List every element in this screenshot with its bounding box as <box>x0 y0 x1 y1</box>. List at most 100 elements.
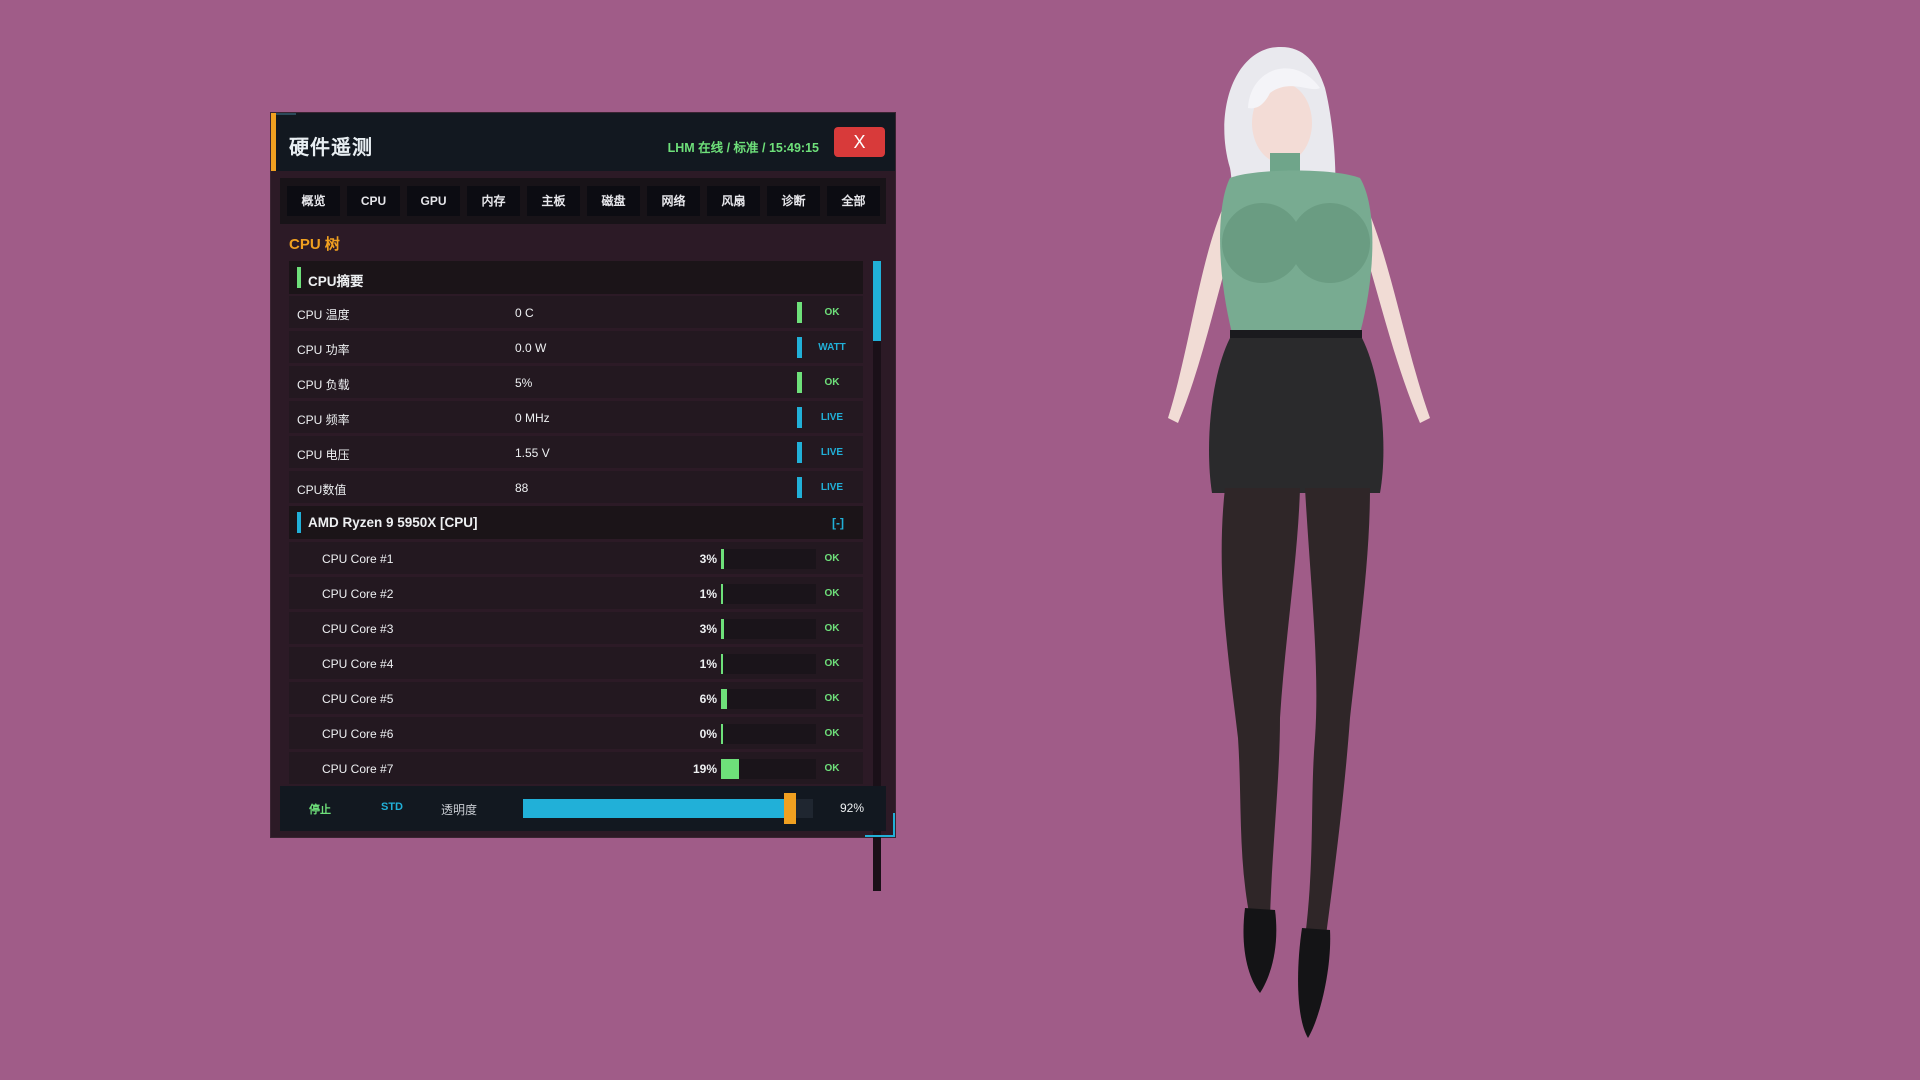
opacity-slider-handle[interactable] <box>784 793 796 824</box>
row-status-indicator <box>797 477 802 498</box>
row-value: 0 MHz <box>515 411 550 425</box>
core-percent: 0% <box>699 727 717 741</box>
core-row[interactable]: CPU Core #1 3% OK <box>289 542 863 574</box>
summary-row[interactable]: CPU 频率 0 MHz LIVE <box>289 401 863 433</box>
row-status-badge: LIVE <box>820 412 844 423</box>
tab-5[interactable]: 磁盘 <box>587 186 640 216</box>
tab-9[interactable]: 全部 <box>827 186 880 216</box>
group-indicator <box>297 512 301 533</box>
core-percent: 3% <box>699 552 717 566</box>
stop-button[interactable]: 停止 <box>309 801 331 817</box>
row-value: 5% <box>515 376 533 390</box>
panel-header[interactable]: 硬件遥测 LHM 在线 / 标准 / 15:49:15 X <box>271 113 895 171</box>
right-leg-shape <box>1305 488 1370 943</box>
core-load-fill <box>721 584 723 604</box>
core-load-fill <box>721 549 724 569</box>
core-status-badge: OK <box>824 693 840 704</box>
row-label: CPU数值 <box>297 483 347 497</box>
core-load-track <box>721 654 816 674</box>
summary-row[interactable]: CPU数值 88 LIVE <box>289 471 863 503</box>
core-status-badge: OK <box>824 763 840 774</box>
scrollbar-thumb[interactable] <box>873 261 881 341</box>
summary-row[interactable]: CPU 温度 0 C OK <box>289 296 863 328</box>
group-cpu-summary[interactable]: CPU摘要 <box>289 261 863 294</box>
summary-row[interactable]: CPU 负载 5% OK <box>289 366 863 398</box>
row-status-indicator <box>797 302 802 323</box>
hardware-telemetry-panel: 硬件遥测 LHM 在线 / 标准 / 15:49:15 X 概览 CPU GPU 内存… <box>271 113 895 891</box>
right-shoe-shape <box>1298 928 1331 1038</box>
tab-7[interactable]: 风扇 <box>707 186 760 216</box>
core-row[interactable]: CPU Core #3 3% OK <box>289 612 863 644</box>
row-label: CPU 频率 <box>297 413 350 427</box>
core-label: CPU Core #4 <box>322 657 394 671</box>
tab-1[interactable]: CPU <box>347 186 400 216</box>
mode-button[interactable]: STD <box>381 801 403 813</box>
close-button[interactable]: X <box>834 127 885 157</box>
opacity-value: 92% <box>840 801 865 815</box>
row-value: 88 <box>515 481 529 495</box>
core-load-track <box>721 724 816 744</box>
row-value: 0.0 W <box>515 341 547 355</box>
core-row[interactable]: CPU Core #4 1% OK <box>289 647 863 679</box>
footer-bar: 停止 STD 透明度 92% <box>280 786 886 831</box>
core-load-fill <box>721 654 723 674</box>
row-status-badge: OK <box>824 377 840 388</box>
row-label: CPU 电压 <box>297 448 350 462</box>
core-label: CPU Core #2 <box>322 587 394 601</box>
row-label: CPU 功率 <box>297 343 350 357</box>
header-top-line <box>276 113 296 115</box>
group-cpu-device[interactable]: AMD Ryzen 9 5950X [CPU] [-] <box>289 506 863 539</box>
group-indicator <box>297 267 301 288</box>
connection-status: LHM 在线 / 标准 / 15:49:15 <box>667 141 819 155</box>
core-row[interactable]: CPU Core #6 0% OK <box>289 717 863 749</box>
core-label: CPU Core #3 <box>322 622 394 636</box>
group-title: AMD Ryzen 9 5950X [CPU] <box>308 515 478 530</box>
corner-decoration <box>865 813 895 837</box>
row-status-indicator <box>797 337 802 358</box>
panel-title: 硬件遥测 <box>289 137 373 159</box>
row-status-indicator <box>797 407 802 428</box>
core-load-track <box>721 689 816 709</box>
core-row[interactable]: CPU Core #2 1% OK <box>289 577 863 609</box>
opacity-label: 透明度 <box>441 803 478 817</box>
core-load-track <box>721 759 816 779</box>
tab-4[interactable]: 主板 <box>527 186 580 216</box>
summary-row[interactable]: CPU 电压 1.55 V LIVE <box>289 436 863 468</box>
core-status-badge: OK <box>824 588 840 599</box>
tab-3[interactable]: 内存 <box>467 186 520 216</box>
row-value: 1.55 V <box>515 446 550 460</box>
core-status-badge: OK <box>824 728 840 739</box>
core-row[interactable]: CPU Core #5 6% OK <box>289 682 863 714</box>
core-status-badge: OK <box>824 658 840 669</box>
tab-6[interactable]: 网络 <box>647 186 700 216</box>
core-label: CPU Core #1 <box>322 552 394 566</box>
core-percent: 1% <box>699 587 717 601</box>
core-load-track <box>721 584 816 604</box>
tab-2[interactable]: GPU <box>407 186 460 216</box>
tab-8[interactable]: 诊断 <box>767 186 820 216</box>
core-label: CPU Core #6 <box>322 727 394 741</box>
row-label: CPU 负载 <box>297 378 350 392</box>
opacity-slider[interactable] <box>523 793 813 824</box>
row-status-indicator <box>797 442 802 463</box>
core-label: CPU Core #7 <box>322 762 394 776</box>
core-load-track <box>721 619 816 639</box>
left-shoe-shape <box>1243 908 1277 993</box>
core-load-track <box>721 549 816 569</box>
row-value: 0 C <box>515 306 534 320</box>
row-status-indicator <box>797 372 802 393</box>
core-percent: 19% <box>692 762 717 776</box>
row-status-badge: OK <box>824 307 840 318</box>
collapse-toggle[interactable]: [-] <box>832 516 844 530</box>
row-status-badge: WATT <box>818 342 846 353</box>
core-row[interactable]: CPU Core #7 19% OK <box>289 752 863 784</box>
core-status-badge: OK <box>824 623 840 634</box>
section-title: CPU 树 <box>289 236 340 253</box>
core-status-badge: OK <box>824 553 840 564</box>
row-status-badge: LIVE <box>820 447 844 458</box>
row-status-badge: LIVE <box>820 482 844 493</box>
header-accent-bar <box>271 113 276 171</box>
core-load-fill <box>721 759 739 779</box>
summary-row[interactable]: CPU 功率 0.0 W WATT <box>289 331 863 363</box>
tab-0[interactable]: 概览 <box>287 186 340 216</box>
